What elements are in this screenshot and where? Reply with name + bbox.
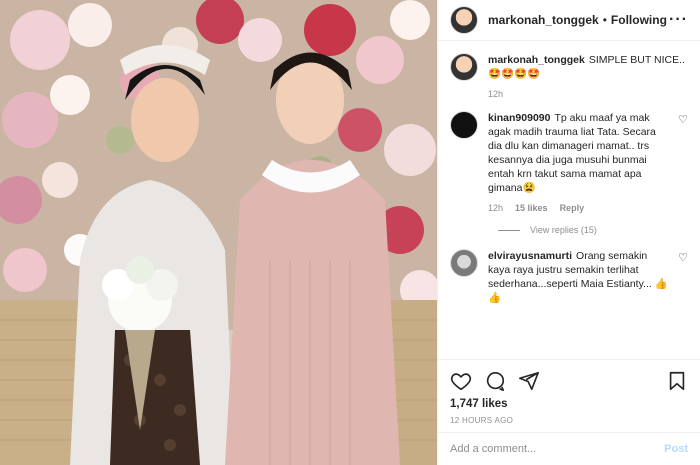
post-image	[0, 0, 437, 465]
comment-like-heart-icon[interactable]: ♡	[678, 113, 688, 215]
reply-button[interactable]: Reply	[560, 201, 585, 215]
separator-dot: •	[602, 13, 607, 27]
avatar[interactable]	[450, 53, 478, 81]
post-timestamp[interactable]: 12 HOURS AGO	[450, 416, 688, 425]
divider	[498, 229, 520, 231]
comments-list[interactable]: markonah_tonggek SIMPLE BUT NICE.. 🤩🤩🤩🤩 1…	[438, 41, 700, 359]
comment-input[interactable]	[450, 443, 665, 455]
post-button[interactable]: Post	[664, 443, 688, 455]
caption: markonah_tonggek SIMPLE BUT NICE.. 🤩🤩🤩🤩 1…	[450, 53, 688, 101]
comment-username[interactable]: elvirayusnamurti	[488, 250, 572, 262]
post-photo[interactable]	[0, 0, 437, 465]
view-replies-button[interactable]: View replies (15)	[498, 225, 688, 235]
caption-username[interactable]: markonah_tonggek	[488, 54, 585, 66]
share-icon[interactable]	[518, 370, 540, 392]
add-comment-bar: Post	[438, 432, 700, 465]
heart-icon[interactable]	[450, 370, 472, 392]
comment-likes[interactable]: 15 likes	[515, 201, 548, 215]
avatar[interactable]	[450, 6, 478, 34]
likes-count[interactable]: 1,747 likes	[450, 398, 688, 410]
comment-username[interactable]: kinan909090	[488, 112, 550, 124]
username-link[interactable]: markonah_tonggek	[488, 13, 599, 27]
view-replies-label: View replies (15)	[530, 225, 597, 235]
more-icon[interactable]: ···	[669, 11, 688, 29]
comment-icon[interactable]	[484, 370, 506, 392]
caption-time[interactable]: 12h	[488, 87, 503, 101]
post-sidebar: markonah_tonggek • Following ··· markona…	[437, 0, 700, 465]
comment-item: kinan909090 Tp aku maaf ya mak agak madih…	[450, 111, 688, 215]
post-header: markonah_tonggek • Following ···	[438, 0, 700, 41]
avatar[interactable]	[450, 249, 478, 277]
bookmark-icon[interactable]	[666, 370, 688, 392]
comment-text: Tp aku maaf ya mak agak madih trauma lia…	[488, 112, 656, 194]
following-button[interactable]: Following	[611, 13, 667, 27]
avatar[interactable]	[450, 111, 478, 139]
comment-like-heart-icon[interactable]: ♡	[678, 251, 688, 305]
comment-time[interactable]: 12h	[488, 201, 503, 215]
post-actions: 1,747 likes 12 HOURS AGO	[438, 359, 700, 425]
comment-item: elvirayusnamurti Orang semakin kaya raya …	[450, 249, 688, 305]
